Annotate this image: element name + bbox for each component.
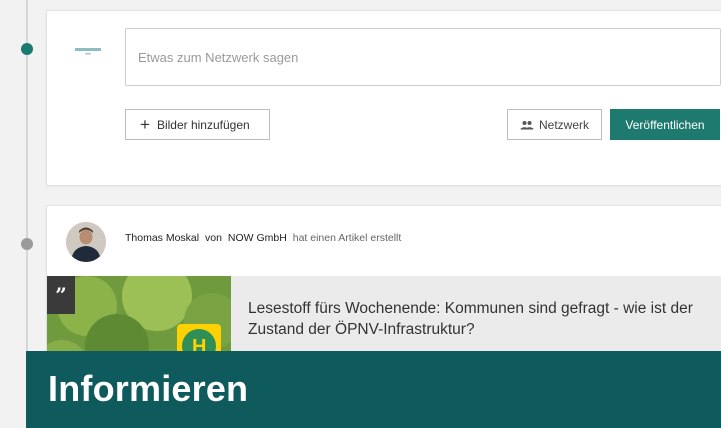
plus-icon: + xyxy=(140,115,150,134)
network-visibility-button[interactable]: Netzwerk xyxy=(507,109,602,140)
post-composer-card: + Bilder hinzufügen Netzwerk Veröffentli… xyxy=(46,10,721,186)
banner-title: Informieren xyxy=(48,368,249,409)
section-banner: Informieren xyxy=(26,351,721,428)
author-name[interactable]: Thomas Moskal xyxy=(125,232,199,244)
add-images-button[interactable]: + Bilder hinzufügen xyxy=(125,109,270,140)
post-meta: Thomas Moskal von NOW GmbH hat einen Art… xyxy=(125,232,401,244)
timeline-dot xyxy=(21,238,33,250)
publish-button[interactable]: Veröffentlichen xyxy=(610,109,720,140)
organization-name[interactable]: NOW GmbH xyxy=(228,232,287,244)
author-photo xyxy=(66,222,106,262)
post-action-text: hat einen Artikel erstellt xyxy=(292,232,402,244)
publish-label: Veröffentlichen xyxy=(625,117,705,132)
add-images-label: Bilder hinzufügen xyxy=(156,117,250,132)
composer-input[interactable] xyxy=(125,28,721,86)
avatar[interactable] xyxy=(66,222,106,262)
article-title[interactable]: Lesestoff fürs Wochenende: Kommunen sind… xyxy=(248,298,718,340)
connector-text: von xyxy=(205,232,222,244)
timeline-dot-active xyxy=(21,43,33,55)
quote-icon: ” xyxy=(47,276,75,314)
organization-logo xyxy=(75,48,101,55)
network-label: Netzwerk xyxy=(539,117,590,132)
people-icon xyxy=(520,120,534,129)
